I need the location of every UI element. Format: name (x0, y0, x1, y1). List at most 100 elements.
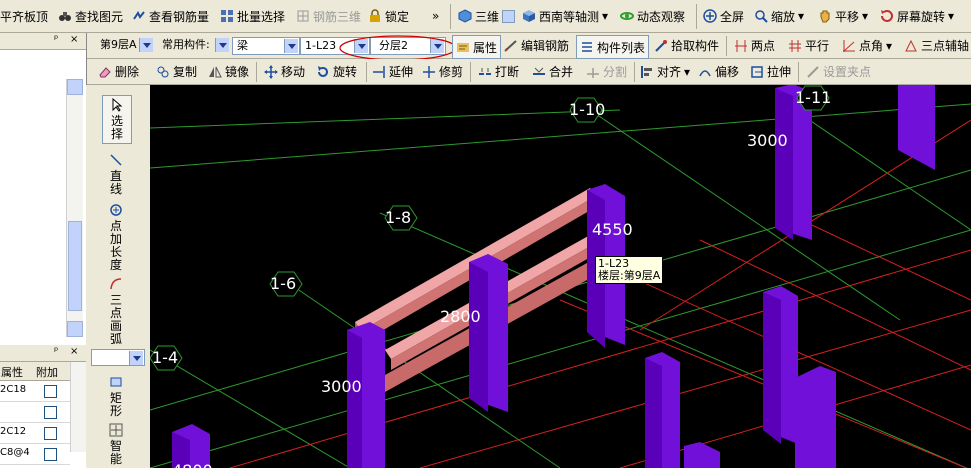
parallel-axis-button[interactable]: 平行 (788, 33, 829, 58)
table-row[interactable] (0, 402, 70, 423)
toolbar-separator (470, 62, 471, 82)
chevron-down-icon[interactable] (502, 9, 516, 23)
table-row[interactable]: 2C12 (0, 423, 70, 444)
view-rebar-quantity-button[interactable]: 查看钢筋量 (132, 0, 209, 32)
move-button[interactable]: 移动 (264, 59, 305, 84)
table-row[interactable]: C8@4 (0, 444, 70, 465)
move-icon (264, 64, 278, 79)
close-icon[interactable]: × (70, 346, 78, 357)
align-icon (641, 65, 652, 78)
cube-3d-icon (458, 9, 472, 23)
chevron-down-icon[interactable] (129, 351, 143, 365)
split-button[interactable]: 分割 (586, 59, 627, 84)
component-type-select[interactable]: 常用构件: (158, 37, 230, 55)
scroll-down-button[interactable] (67, 321, 83, 337)
break-button[interactable]: 打断 (478, 59, 519, 84)
close-icon[interactable]: × (70, 34, 78, 45)
lock-icon (370, 9, 380, 22)
axis-label: 1-6 (270, 274, 297, 293)
rotate-screen-icon (881, 10, 893, 22)
panel-title-bar: ᵖ × (0, 33, 86, 50)
lock-button[interactable]: 锁定 (368, 0, 409, 32)
point-angle-icon (843, 39, 855, 52)
fullscreen-button[interactable]: 全屏 (703, 0, 744, 32)
isometric-view-icon (523, 10, 535, 22)
three-point-arc-tool[interactable]: 三点画弧 (102, 277, 130, 346)
axis-label: 1-4 (152, 348, 179, 367)
3d-viewport[interactable]: 1-10 1-11 1-8 1-6 1-4 3000 4550 2800 300… (150, 85, 971, 468)
view-3d-button[interactable]: 三维 (458, 0, 516, 32)
zoom-button[interactable]: 缩放 ▾ (754, 0, 804, 32)
dimension-label: 2800 (440, 307, 481, 326)
pan-button[interactable]: 平移 ▾ (818, 0, 868, 32)
break-icon (479, 67, 491, 75)
pin-icon[interactable]: ᵖ (54, 34, 58, 45)
grid-scrollbar[interactable] (70, 362, 86, 452)
dynamic-observe-button[interactable]: 动态观察 (620, 0, 685, 32)
smart-layout-tool[interactable]: 智能 (102, 423, 130, 466)
mirror-button[interactable]: 镜像 (208, 59, 249, 84)
scroll-thumb[interactable] (68, 221, 82, 311)
floor-select[interactable]: 第9层A (96, 37, 154, 55)
checkbox[interactable] (44, 427, 57, 440)
screen-rotate-button[interactable]: 屏幕旋转 ▾ (880, 0, 954, 32)
point-angle-axis-button[interactable]: 点角 ▾ (842, 33, 892, 58)
chevron-down-icon[interactable] (139, 38, 153, 52)
toolbar-separator (798, 62, 799, 82)
rebar-3d-button[interactable]: 钢筋三维 (296, 0, 361, 32)
two-point-axis-button[interactable]: 两点 (734, 33, 775, 58)
set-grip-button[interactable]: 设置夹点 (806, 59, 871, 84)
checkbox[interactable] (44, 448, 57, 461)
panel-scrollbar[interactable] (66, 79, 83, 337)
select-tool[interactable]: 选择 (102, 95, 132, 144)
draw-mode-select[interactable] (91, 349, 145, 366)
checkbox[interactable] (44, 406, 57, 419)
panel-title-bar: ᵖ × (0, 345, 86, 362)
copy-button[interactable]: 复制 (156, 59, 197, 84)
point-length-tool[interactable]: 点加长度 (102, 203, 130, 272)
orbit-icon (620, 12, 634, 20)
find-element-button[interactable]: 查找图元 (58, 0, 123, 32)
toolbar-separator (726, 36, 727, 56)
align-slab-top-button[interactable]: 平齐板顶 (0, 0, 48, 32)
fullscreen-icon (703, 9, 717, 23)
toolbar-separator (366, 62, 367, 82)
properties-grid: 属性 附加 2C18 2C12 C8@4 (0, 362, 70, 465)
delete-button[interactable]: 删除 (98, 59, 139, 84)
line-tool[interactable]: 直线 (102, 153, 130, 196)
table-row[interactable]: 2C18 (0, 381, 70, 402)
dimension-label: 4550 (592, 220, 633, 239)
component-list-button[interactable]: 构件列表 (576, 35, 650, 59)
rectangle-tool[interactable]: 矩形 (102, 375, 130, 418)
pin-icon[interactable]: ᵖ (54, 346, 58, 357)
scroll-up-button[interactable] (67, 79, 83, 95)
batch-select-button[interactable]: 批量选择 (220, 0, 285, 32)
rotate-button[interactable]: 旋转 (316, 59, 357, 84)
zoom-icon (755, 10, 768, 23)
three-point-axis-button[interactable]: 三点辅轴 (904, 33, 969, 58)
chevron-down-icon[interactable] (284, 39, 298, 53)
stretch-button[interactable]: 拉伸 (750, 59, 791, 84)
checkbox[interactable] (44, 385, 57, 398)
component-toolbar: 第9层A 常用构件: 梁 1-L23 分层2 属性 编辑钢筋 构件列表 拾取构件… (86, 33, 971, 61)
component-select[interactable]: 梁 (232, 37, 300, 55)
stretch-icon (751, 65, 763, 78)
properties-button[interactable]: 属性 (452, 35, 502, 59)
picker-icon (655, 39, 667, 52)
pick-component-button[interactable]: 拾取构件 (654, 33, 719, 58)
chevron-down-icon[interactable] (215, 38, 229, 52)
align-button[interactable]: 对齐 ▾ (640, 59, 690, 84)
edit-rebar-button[interactable]: 编辑钢筋 (504, 33, 569, 58)
mirror-icon (209, 66, 222, 77)
merge-button[interactable]: 合并 (532, 59, 573, 84)
point-length-icon (110, 204, 122, 216)
southwest-isometric-button[interactable]: 西南等轴测 ▾ (522, 0, 608, 32)
extend-button[interactable]: 延伸 (372, 59, 413, 84)
batch-select-icon (221, 10, 233, 22)
offset-button[interactable]: 偏移 (698, 59, 739, 84)
trim-button[interactable]: 修剪 (422, 59, 463, 84)
toolbar-separator (696, 4, 697, 29)
smart-layout-icon (109, 423, 123, 437)
toolbar-overflow-button[interactable]: » (432, 0, 439, 32)
eraser-icon (99, 66, 111, 77)
